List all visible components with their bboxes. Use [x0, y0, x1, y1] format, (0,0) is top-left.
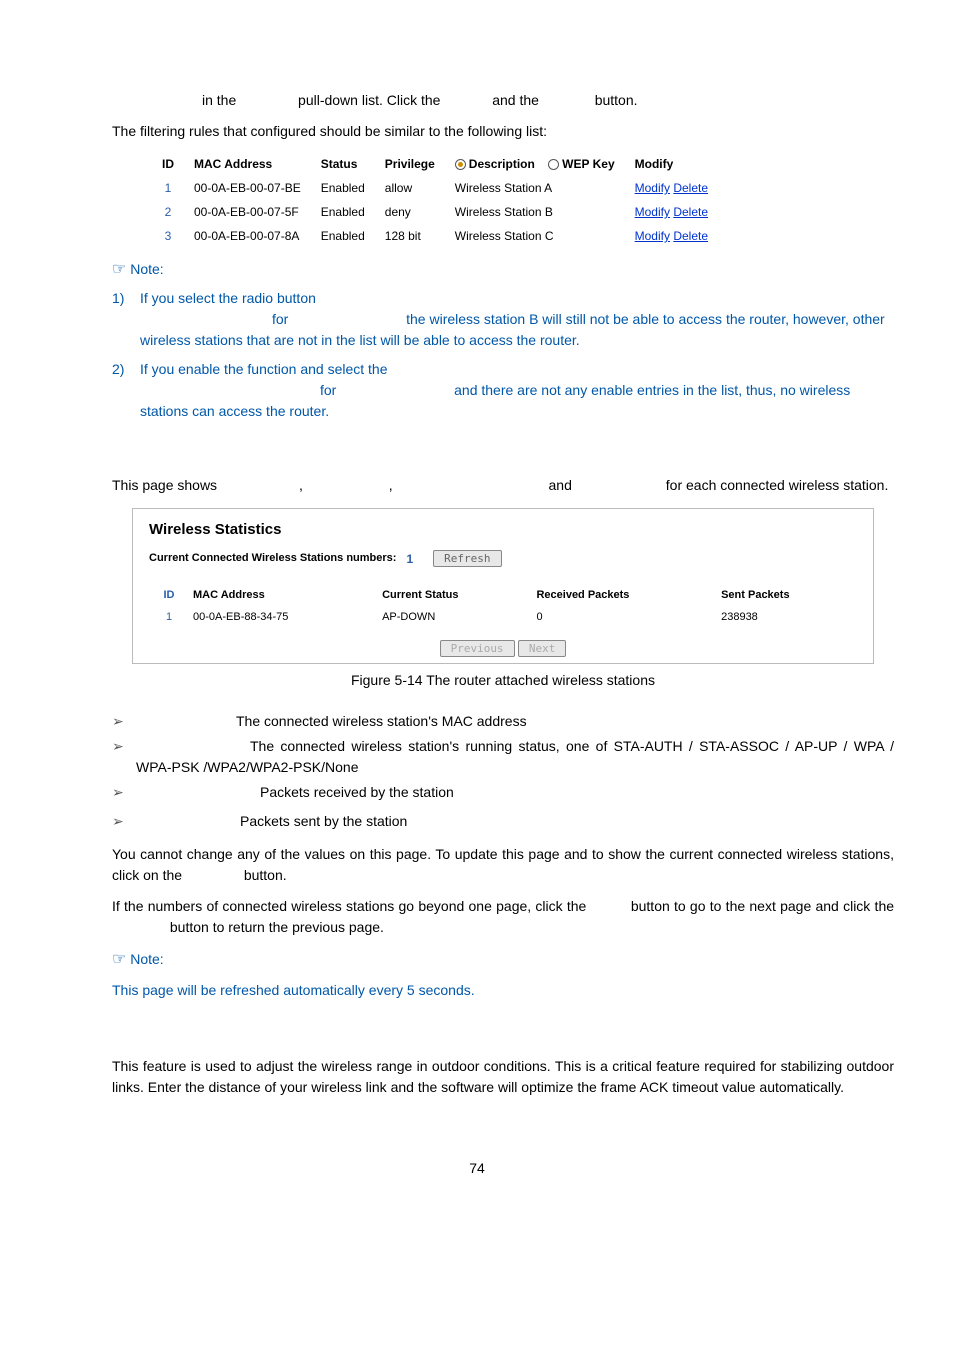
col-privilege: Privilege — [375, 152, 445, 176]
connected-count-value: 1 — [406, 550, 413, 568]
list-item: Packets sent by the station — [112, 811, 894, 832]
col-desc-wep: Description WEP Key — [445, 152, 625, 176]
next-button[interactable]: Next — [518, 640, 567, 657]
connected-count-label: Current Connected Wireless Stations numb… — [149, 550, 396, 567]
cell-received: 0 — [532, 606, 717, 629]
cell-status: AP-DOWN — [378, 606, 532, 629]
radio-description[interactable] — [455, 159, 466, 170]
cell-actions: Modify Delete — [625, 200, 718, 224]
table-row: 1 00-0A-EB-00-07-BE Enabled allow Wirele… — [152, 176, 718, 200]
cell-id: 1 — [152, 176, 184, 200]
table-row: 1 00-0A-EB-88-34-75 AP-DOWN 0 238938 — [149, 606, 857, 629]
modify-link[interactable]: Modify — [635, 181, 670, 195]
col-modify: Modify — [625, 152, 718, 176]
cell-priv: 128 bit — [375, 224, 445, 248]
cell-priv: allow — [375, 176, 445, 200]
auto-refresh-note: This page will be refreshed automaticall… — [112, 980, 894, 1001]
col-status: Status — [311, 152, 375, 176]
distance-setting-para: This feature is used to adjust the wirel… — [112, 1056, 894, 1098]
panel-title: Wireless Statistics — [149, 519, 857, 542]
col-mac: MAC Address — [184, 152, 311, 176]
cell-actions: Modify Delete — [625, 224, 718, 248]
cell-mac: 00-0A-EB-00-07-8A — [184, 224, 311, 248]
cell-desc: Wireless Station B — [445, 200, 625, 224]
paging-para: If the numbers of connected wireless sta… — [112, 896, 894, 938]
refresh-button[interactable]: Refresh — [433, 550, 501, 567]
list-item: Packets received by the station — [112, 782, 894, 803]
delete-link[interactable]: Delete — [673, 229, 708, 243]
cell-priv: deny — [375, 200, 445, 224]
wireless-statistics-panel: Wireless Statistics Current Connected Wi… — [132, 508, 874, 664]
cell-sent: 238938 — [717, 606, 857, 629]
col-current-status: Current Status — [378, 584, 532, 607]
modify-link[interactable]: Modify — [635, 205, 670, 219]
previous-button[interactable]: Previous — [440, 640, 515, 657]
cell-desc: Wireless Station C — [445, 224, 625, 248]
page-number: 74 — [60, 1158, 894, 1179]
col-received-packets: Received Packets — [532, 584, 717, 607]
table-row: 3 00-0A-EB-00-07-8A Enabled 128 bit Wire… — [152, 224, 718, 248]
line-1: in the pull-down list. Click the and the… — [202, 90, 894, 111]
cell-mac: 00-0A-EB-00-07-5F — [184, 200, 311, 224]
note-item-2: 2) If you enable the function and select… — [112, 359, 894, 422]
cell-desc: Wireless Station A — [445, 176, 625, 200]
cell-id: 2 — [152, 200, 184, 224]
pointer-icon: ☞ — [112, 261, 126, 278]
refresh-para: You cannot change any of the values on t… — [112, 844, 894, 886]
note-heading: ☞ Note: — [112, 948, 894, 972]
delete-link[interactable]: Delete — [673, 205, 708, 219]
cell-actions: Modify Delete — [625, 176, 718, 200]
section-distance-setting: 5.6.5 Distance Setting — [112, 1031, 894, 1052]
delete-link[interactable]: Delete — [673, 181, 708, 195]
cell-status: Enabled — [311, 176, 375, 200]
field-descriptions: The connected wireless station's MAC add… — [112, 711, 894, 832]
cell-mac: 00-0A-EB-00-07-BE — [184, 176, 311, 200]
wireless-stats-para: This page shows , , and for each connect… — [112, 475, 894, 496]
col-sent-packets: Sent Packets — [717, 584, 857, 607]
figure-caption: Figure 5-14 The router attached wireless… — [112, 670, 894, 691]
modify-link[interactable]: Modify — [635, 229, 670, 243]
col-mac: MAC Address — [189, 584, 378, 607]
cell-mac: 00-0A-EB-88-34-75 — [189, 606, 378, 629]
filtering-rules-table: ID MAC Address Status Privilege Descript… — [152, 152, 718, 248]
note-heading: ☞ Note: — [112, 258, 894, 282]
section-wireless-statistics: 5.6.4 Wireless Statistics — [112, 450, 894, 471]
pointer-icon: ☞ — [112, 951, 126, 968]
table-row: 2 00-0A-EB-00-07-5F Enabled deny Wireles… — [152, 200, 718, 224]
cell-id: 3 — [152, 224, 184, 248]
cell-status: Enabled — [311, 224, 375, 248]
cell-status: Enabled — [311, 200, 375, 224]
col-id: ID — [149, 584, 189, 607]
cell-id: 1 — [149, 606, 189, 629]
filtering-intro: The filtering rules that configured shou… — [112, 121, 894, 142]
radio-wep-key[interactable] — [548, 159, 559, 170]
stations-table: ID MAC Address Current Status Received P… — [149, 584, 857, 629]
col-id: ID — [152, 152, 184, 176]
list-item: The connected wireless station's running… — [112, 736, 894, 778]
list-item: The connected wireless station's MAC add… — [112, 711, 894, 732]
note-item-1: 1) If you select the radio button for th… — [112, 288, 894, 351]
